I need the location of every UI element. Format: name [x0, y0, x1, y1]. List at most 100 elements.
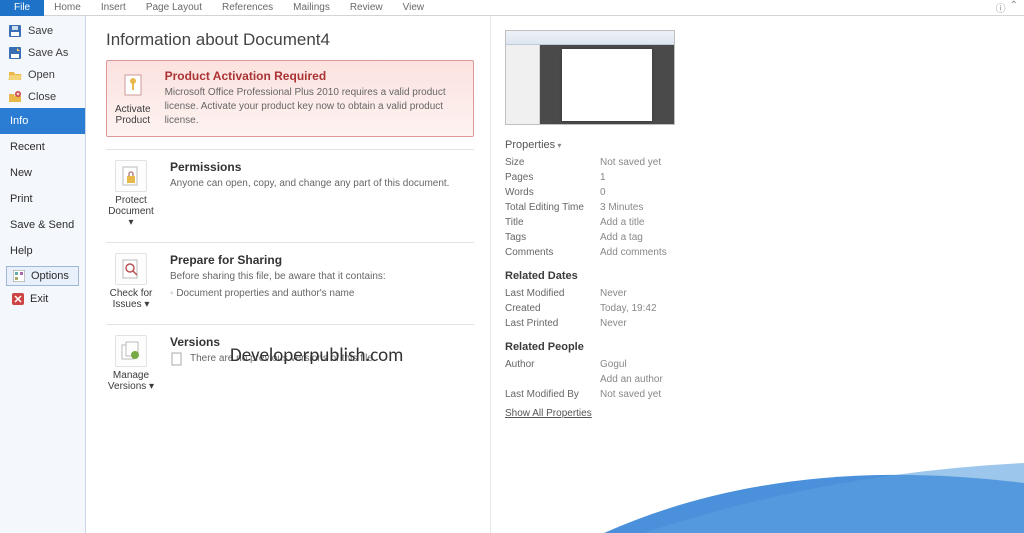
property-value[interactable]: Add a title	[600, 215, 644, 230]
check-issues-button[interactable]: Check for Issues ▾	[106, 253, 156, 310]
sidebar-label: Save	[28, 25, 53, 37]
sidebar-help[interactable]: Help	[0, 238, 85, 264]
property-value[interactable]: Add a tag	[600, 230, 643, 245]
property-row: TitleAdd a title	[505, 215, 1024, 230]
property-row: Last ModifiedNever	[505, 286, 1024, 301]
permissions-text: Anyone can open, copy, and change any pa…	[170, 177, 449, 191]
properties-column: Properties SizeNot saved yetPages1Words0…	[491, 16, 1024, 533]
manage-versions-button[interactable]: Manage Versions ▾	[106, 335, 156, 392]
tab-view[interactable]: View	[393, 0, 435, 16]
button-label: Activate Product	[115, 104, 151, 126]
sidebar-exit[interactable]: Exit	[6, 290, 79, 308]
sidebar-label: Options	[31, 270, 69, 282]
sidebar-new[interactable]: New	[0, 160, 85, 186]
tab-references[interactable]: References	[212, 0, 283, 16]
sidebar-label: Close	[28, 91, 56, 103]
open-icon	[8, 68, 22, 82]
property-row: AuthorGogul	[505, 357, 1024, 372]
property-row: Words0	[505, 185, 1024, 200]
info-column: Information about Document4 Activate Pro…	[86, 16, 491, 533]
properties-dropdown[interactable]: Properties	[505, 139, 1024, 151]
sharing-block: Check for Issues ▾ Prepare for Sharing B…	[106, 242, 474, 324]
button-label: Protect Document ▾	[108, 195, 154, 228]
watermark-text: Developerpublish.com	[230, 344, 403, 367]
people-key	[505, 372, 600, 387]
date-value[interactable]: Never	[600, 316, 627, 331]
document-thumbnail[interactable]	[505, 30, 675, 125]
sharing-lead: Before sharing this file, be aware that …	[170, 270, 386, 284]
button-label: Check for Issues ▾	[110, 288, 153, 310]
property-key: Comments	[505, 245, 600, 260]
property-value[interactable]: Add comments	[600, 245, 667, 260]
sidebar-close[interactable]: Close	[0, 86, 85, 108]
sharing-item: Document properties and author's name	[170, 287, 386, 301]
close-icon	[8, 90, 22, 104]
page-title: Information about Document4	[106, 30, 474, 50]
tab-mailings[interactable]: Mailings	[283, 0, 340, 16]
property-row: Last PrintedNever	[505, 316, 1024, 331]
sidebar-save-send[interactable]: Save & Send	[0, 212, 85, 238]
property-row: TagsAdd a tag	[505, 230, 1024, 245]
property-key: Tags	[505, 230, 600, 245]
property-value[interactable]: Not saved yet	[600, 155, 661, 170]
sidebar-info[interactable]: Info	[0, 108, 85, 134]
sidebar-open[interactable]: Open	[0, 64, 85, 86]
sidebar-recent[interactable]: Recent	[0, 134, 85, 160]
property-row: Total Editing Time3 Minutes	[505, 200, 1024, 215]
people-value[interactable]: Gogul	[600, 357, 627, 372]
property-key: Size	[505, 155, 600, 170]
save-icon	[8, 24, 22, 38]
property-row: Pages1	[505, 170, 1024, 185]
activate-product-button[interactable]: Activate Product	[115, 69, 151, 128]
ribbon-tabs: File Home Insert Page Layout References …	[0, 0, 1024, 16]
tab-home[interactable]: Home	[44, 0, 91, 16]
button-label: Manage Versions ▾	[108, 370, 154, 392]
sidebar-label: Exit	[30, 293, 48, 305]
property-row: SizeNot saved yet	[505, 155, 1024, 170]
doc-icon	[170, 352, 184, 366]
sidebar-label: Save As	[28, 47, 68, 59]
saveas-icon	[8, 46, 22, 60]
protect-document-button[interactable]: Protect Document ▾	[106, 160, 156, 228]
activation-block: Activate Product Product Activation Requ…	[106, 60, 474, 137]
date-key: Last Printed	[505, 316, 600, 331]
minimize-ribbon-icon[interactable]: ⌃	[1010, 0, 1018, 15]
sharing-heading: Prepare for Sharing	[170, 253, 386, 267]
people-value[interactable]: Not saved yet	[600, 387, 661, 402]
property-key: Title	[505, 215, 600, 230]
activation-text: Microsoft Office Professional Plus 2010 …	[165, 86, 463, 128]
property-value[interactable]: 0	[600, 185, 606, 200]
exit-icon	[12, 293, 24, 305]
help-icon[interactable]: ⓘ	[996, 0, 1006, 15]
tab-insert[interactable]: Insert	[91, 0, 136, 16]
people-key: Author	[505, 357, 600, 372]
sidebar-options[interactable]: Options	[6, 266, 79, 286]
permissions-block: Protect Document ▾ Permissions Anyone ca…	[106, 149, 474, 242]
lock-icon	[115, 160, 147, 192]
activation-heading: Product Activation Required	[165, 69, 463, 83]
versions-icon	[115, 335, 147, 367]
tab-review[interactable]: Review	[340, 0, 393, 16]
sidebar-print[interactable]: Print	[0, 186, 85, 212]
show-all-properties-link[interactable]: Show All Properties	[505, 408, 592, 419]
date-key: Created	[505, 301, 600, 316]
people-value[interactable]: Add an author	[600, 372, 663, 387]
property-row: CommentsAdd comments	[505, 245, 1024, 260]
tab-page-layout[interactable]: Page Layout	[136, 0, 212, 16]
property-row: CreatedToday, 19:42	[505, 301, 1024, 316]
tab-file[interactable]: File	[0, 0, 44, 16]
property-key: Words	[505, 185, 600, 200]
property-key: Pages	[505, 170, 600, 185]
property-row: Add an author	[505, 372, 1024, 387]
property-value[interactable]: 3 Minutes	[600, 200, 643, 215]
sidebar-save[interactable]: Save	[0, 20, 85, 42]
property-value[interactable]: 1	[600, 170, 606, 185]
date-key: Last Modified	[505, 286, 600, 301]
related-dates-heading: Related Dates	[505, 270, 1024, 282]
date-value[interactable]: Today, 19:42	[600, 301, 657, 316]
backstage-sidebar: Save Save As Open Close Info Recent New …	[0, 16, 86, 533]
date-value[interactable]: Never	[600, 286, 627, 301]
sidebar-save-as[interactable]: Save As	[0, 42, 85, 64]
options-icon	[13, 270, 25, 282]
sidebar-label: Open	[28, 69, 55, 81]
